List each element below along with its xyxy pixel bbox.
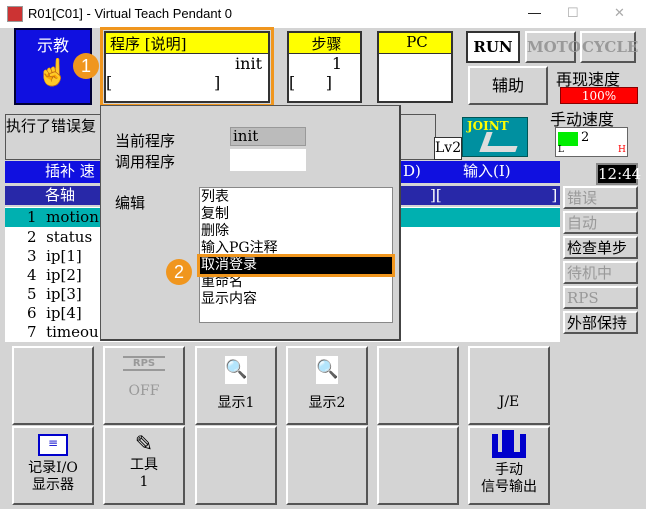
replay-speed-value[interactable]: 100% bbox=[560, 87, 638, 104]
magnifier-icon: 🔍 bbox=[225, 356, 247, 384]
menu-item-unregister[interactable]: 取消登录 bbox=[197, 254, 395, 277]
minimize-button[interactable]: — bbox=[528, 5, 541, 20]
rps-off-label: OFF bbox=[128, 383, 160, 399]
display1-key[interactable]: 🔍 显示1 bbox=[195, 346, 277, 425]
tool-key[interactable]: ✎ 工具 1 bbox=[103, 426, 185, 505]
speed-value: 2 bbox=[581, 130, 590, 145]
run-button[interactable]: RUN bbox=[466, 31, 520, 63]
check-step-button[interactable]: 检查单步 bbox=[563, 236, 638, 259]
je-label: J/E bbox=[498, 394, 520, 410]
step-box[interactable]: 步骤 1 [ ] bbox=[287, 31, 362, 103]
log-search-icon: ≡ bbox=[38, 434, 68, 456]
edit-label: 编辑 bbox=[115, 194, 146, 212]
error-button[interactable]: 错误 bbox=[563, 186, 638, 209]
tool-label: 工具 bbox=[130, 457, 158, 473]
step-badge-2: 2 bbox=[166, 259, 192, 285]
robot-arm-icon bbox=[479, 132, 523, 152]
edit-menu: 列表 复制 删除 输入PG注释 取消登录 重命名 显示内容 bbox=[197, 187, 395, 323]
external-hold-button[interactable]: 外部保持 bbox=[563, 311, 638, 334]
menu-item-list[interactable]: 列表 bbox=[200, 189, 392, 206]
signal-label-b: 信号输出 bbox=[481, 479, 537, 495]
menu-item-copy[interactable]: 复制 bbox=[200, 206, 392, 223]
rps-off-button[interactable]: RPS OFF bbox=[563, 286, 638, 328]
step-comment: [ ] bbox=[289, 73, 332, 92]
motor-button[interactable]: MOTOR bbox=[525, 31, 593, 63]
menu-item-delete[interactable]: 删除 bbox=[200, 223, 392, 240]
fkey-empty-1[interactable] bbox=[12, 346, 94, 425]
step-value: 1 bbox=[331, 54, 342, 73]
maximize-button[interactable]: ☐ bbox=[567, 5, 579, 21]
bar2-right: ][ ] bbox=[430, 186, 558, 204]
menu-item-show-content[interactable]: 显示内容 bbox=[200, 291, 392, 308]
title-bar: R01[C01] - Virtual Teach Pendant 0 — ☐ ✕ bbox=[0, 0, 646, 28]
current-program-label: 当前程序 bbox=[115, 132, 176, 150]
window-title: R01[C01] - Virtual Teach Pendant 0 bbox=[28, 6, 233, 21]
io-monitor-key[interactable]: ≡ 记录I/O 显示器 bbox=[12, 426, 94, 505]
step-header: 步骤 bbox=[289, 33, 360, 54]
level-badge: Lv2 bbox=[434, 137, 462, 160]
pulse-signal-icon bbox=[492, 430, 526, 458]
program-header: 程序 [说明] bbox=[106, 33, 268, 54]
call-program-label: 调用程序 bbox=[115, 153, 176, 171]
bar1-left: 插补 速 bbox=[45, 162, 95, 180]
clock: 12:44 bbox=[596, 163, 642, 185]
auto-button[interactable]: 自动 bbox=[563, 211, 638, 234]
standby-button[interactable]: 待机中 bbox=[563, 261, 638, 284]
speed-low: L bbox=[558, 145, 564, 155]
tool-number: 1 bbox=[139, 474, 149, 490]
signal-output-key[interactable]: 手动 信号输出 bbox=[468, 426, 550, 505]
pc-header: PC bbox=[379, 33, 451, 54]
cycle-button[interactable]: CYCLE bbox=[580, 31, 638, 63]
edit-popup: 当前程序 init 调用程序 编辑 列表 复制 删除 输入PG注释 取消登录 重… bbox=[100, 105, 401, 341]
io-label-b: 显示器 bbox=[32, 477, 74, 493]
teach-label: 示教 bbox=[36, 36, 69, 55]
bar2-left: 各轴 bbox=[45, 186, 76, 204]
menu-item-rename[interactable]: 重命名 bbox=[200, 274, 392, 291]
io-label-a: 记录I/O bbox=[28, 460, 78, 476]
rps-icon: RPS bbox=[123, 356, 165, 371]
current-program-field: init bbox=[230, 127, 306, 146]
fkey-empty-5[interactable] bbox=[377, 426, 459, 505]
tool-plug-icon: ✎ bbox=[134, 432, 154, 457]
speed-high: H bbox=[618, 145, 626, 155]
speed-fill bbox=[558, 132, 578, 146]
message-box-right bbox=[400, 114, 436, 160]
close-button[interactable]: ✕ bbox=[614, 5, 625, 21]
magnifier-icon: 🔍 bbox=[316, 356, 338, 384]
rps-key[interactable]: RPS OFF bbox=[103, 346, 185, 425]
pc-box[interactable]: PC bbox=[377, 31, 453, 103]
app-icon bbox=[7, 6, 23, 22]
signal-label-a: 手动 bbox=[495, 462, 523, 478]
fkey-empty-3[interactable] bbox=[195, 426, 277, 505]
menu-item-input-comment[interactable]: 输入PG注释 bbox=[200, 240, 392, 257]
message-box: 执行了错误复 bbox=[5, 114, 101, 160]
joint-button[interactable]: JOINT bbox=[462, 117, 528, 157]
aux-button[interactable]: 辅助 bbox=[468, 66, 548, 105]
joint-label: JOINT bbox=[467, 119, 509, 133]
display1-label: 显示1 bbox=[217, 395, 255, 411]
program-comment: [ ] bbox=[106, 73, 221, 92]
call-program-field[interactable] bbox=[230, 149, 306, 171]
input-label: 输入(I) bbox=[463, 162, 511, 180]
display2-label: 显示2 bbox=[308, 395, 346, 411]
display2-key[interactable]: 🔍 显示2 bbox=[286, 346, 368, 425]
fkey-empty-4[interactable] bbox=[286, 426, 368, 505]
program-box[interactable]: 程序 [说明] init [ ] bbox=[104, 31, 270, 103]
fkey-empty-2[interactable] bbox=[377, 346, 459, 425]
step-badge-1: 1 bbox=[73, 53, 99, 79]
manual-speed-indicator[interactable]: 2 L H bbox=[555, 127, 628, 157]
bar1-right-a: D) bbox=[403, 162, 421, 180]
je-key[interactable]: J/E bbox=[468, 346, 550, 425]
program-value: init bbox=[235, 54, 262, 73]
